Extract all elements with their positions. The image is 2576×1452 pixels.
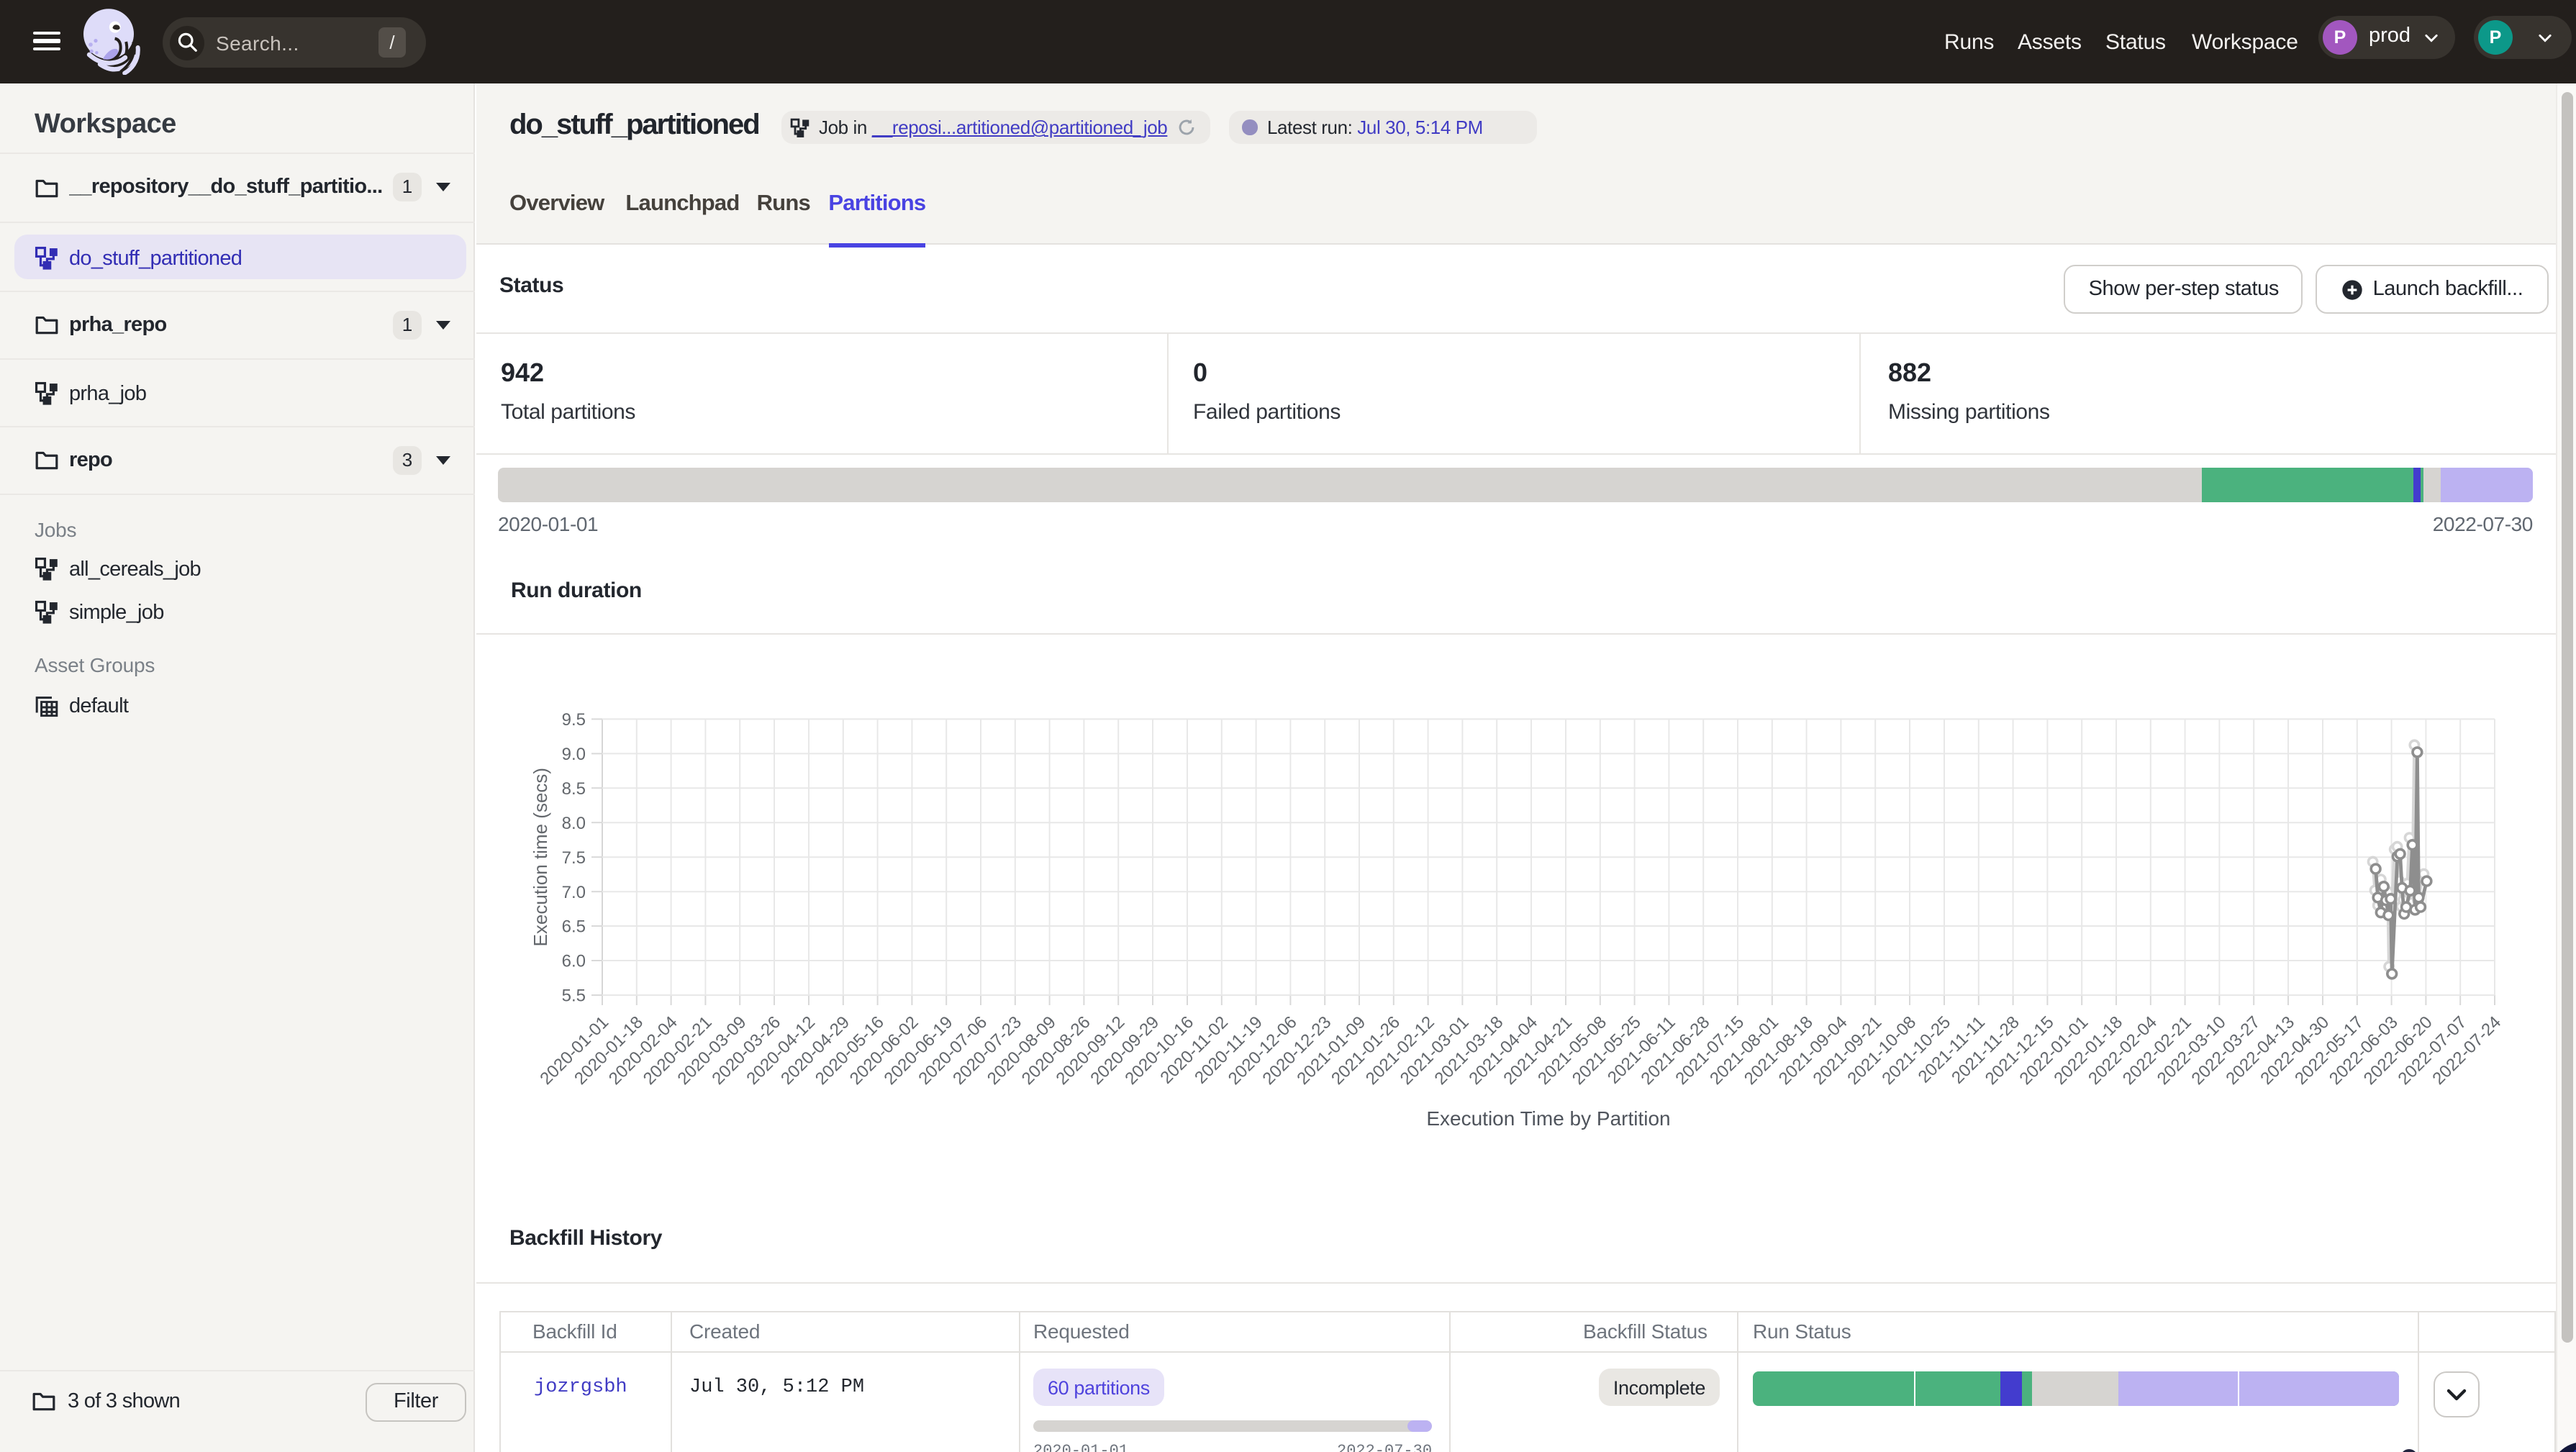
svg-text:8.5: 8.5: [562, 779, 586, 799]
svg-text:7.5: 7.5: [562, 848, 586, 868]
svg-text:9.5: 9.5: [562, 710, 586, 730]
svg-text:Execution time (secs): Execution time (secs): [530, 768, 551, 947]
svg-text:6.5: 6.5: [562, 917, 586, 937]
svg-text:7.0: 7.0: [562, 883, 586, 902]
svg-text:6.0: 6.0: [562, 952, 586, 971]
svg-text:Execution Time by Partition: Execution Time by Partition: [1426, 1107, 1670, 1130]
svg-text:5.5: 5.5: [562, 986, 586, 1006]
svg-text:8.0: 8.0: [562, 814, 586, 833]
svg-text:9.0: 9.0: [562, 745, 586, 764]
